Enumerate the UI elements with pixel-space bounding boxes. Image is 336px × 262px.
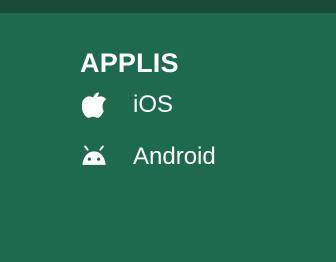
apps-section: APPLIS iOS Android (80, 47, 216, 172)
top-bar (0, 0, 336, 13)
ios-app-link[interactable]: iOS (80, 90, 216, 120)
ios-label: iOS (133, 91, 174, 118)
android-app-link[interactable]: Android (80, 142, 216, 172)
android-icon (80, 143, 108, 171)
apple-icon (80, 91, 108, 119)
android-label: Android (133, 143, 216, 170)
section-title: APPLIS (80, 48, 179, 78)
